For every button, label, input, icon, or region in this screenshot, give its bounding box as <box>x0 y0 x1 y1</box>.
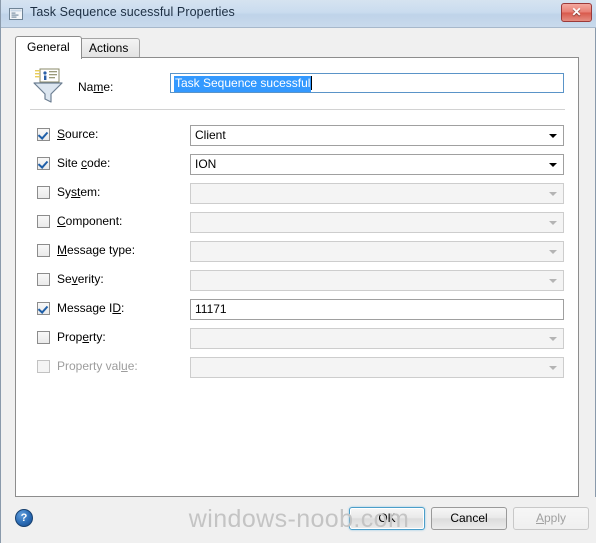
field-message-id-value: 11171 <box>195 302 227 316</box>
checkbox-message-type[interactable] <box>37 244 50 257</box>
apply-button: Apply <box>513 507 589 530</box>
checkbox-site-code[interactable] <box>37 157 50 170</box>
close-button[interactable]: ✕ <box>561 3 592 22</box>
field-message-id[interactable]: 11171 <box>190 299 564 320</box>
cancel-button[interactable]: Cancel <box>431 507 507 530</box>
field-severity[interactable] <box>190 270 564 291</box>
chevron-down-icon <box>549 279 557 283</box>
close-icon: ✕ <box>571 5 582 19</box>
row-property-value: Property value: <box>16 357 580 379</box>
chevron-down-icon <box>549 163 557 167</box>
field-source[interactable]: Client <box>190 125 564 146</box>
window-title: Task Sequence sucessful Properties <box>30 5 235 19</box>
row-component: Component: <box>16 212 580 234</box>
ok-button[interactable]: OK <box>349 507 425 530</box>
checkbox-component[interactable] <box>37 215 50 228</box>
row-source: Source: Client <box>16 125 580 147</box>
field-component[interactable] <box>190 212 564 233</box>
row-system: System: <box>16 183 580 205</box>
checkbox-source[interactable] <box>37 128 50 141</box>
tab-actions[interactable]: Actions <box>77 38 141 58</box>
tab-strip: General Actions <box>15 36 579 59</box>
checkbox-message-id[interactable] <box>37 302 50 315</box>
chevron-down-icon <box>549 337 557 341</box>
field-message-type[interactable] <box>190 241 564 262</box>
dialog-button-bar: ? OK Cancel Apply <box>1 497 596 543</box>
label-system: System: <box>57 185 101 199</box>
row-property: Property: <box>16 328 580 350</box>
text-caret <box>311 76 313 90</box>
filter-funnel-icon <box>33 68 63 103</box>
chevron-down-icon <box>549 221 557 225</box>
help-question-icon[interactable]: ? <box>15 509 33 527</box>
chevron-down-icon <box>549 366 557 370</box>
row-severity: Severity: <box>16 270 580 292</box>
help-glyph: ? <box>20 512 28 524</box>
label-component: Component: <box>57 214 123 228</box>
window-document-icon <box>9 8 23 20</box>
row-site-code: Site code: ION <box>16 154 580 176</box>
field-source-value: Client <box>195 128 226 142</box>
section-divider <box>30 109 565 110</box>
label-message-id: Message ID: <box>57 301 125 315</box>
checkbox-system[interactable] <box>37 186 50 199</box>
title-bar: Task Sequence sucessful Properties ✕ <box>1 0 596 28</box>
label-property-value: Property value: <box>57 359 138 373</box>
checkbox-property[interactable] <box>37 331 50 344</box>
row-message-id: Message ID: 11171 <box>16 299 580 321</box>
label-message-type: Message type: <box>57 243 136 257</box>
chevron-down-icon <box>549 134 557 138</box>
field-site-code[interactable]: ION <box>190 154 564 175</box>
general-tab-panel: Name: Task Sequence sucessful Source: Cl… <box>15 57 579 497</box>
label-site-code: Site code: <box>57 156 111 170</box>
chevron-down-icon <box>549 192 557 196</box>
properties-dialog: Task Sequence sucessful Properties ✕ Gen… <box>0 0 596 543</box>
row-message-type: Message type: <box>16 241 580 263</box>
field-site-code-value: ION <box>195 157 217 171</box>
name-input[interactable]: Task Sequence sucessful <box>170 73 564 93</box>
checkbox-severity[interactable] <box>37 273 50 286</box>
label-source: Source: <box>57 127 99 141</box>
field-system[interactable] <box>190 183 564 204</box>
label-property: Property: <box>57 330 106 344</box>
label-severity: Severity: <box>57 272 104 286</box>
field-property[interactable] <box>190 328 564 349</box>
checkbox-property-value <box>37 360 50 373</box>
field-property-value <box>190 357 564 378</box>
tab-general[interactable]: General <box>15 36 82 59</box>
chevron-down-icon <box>549 250 557 254</box>
name-input-value: Task Sequence sucessful <box>174 76 312 92</box>
name-label: Name: <box>78 80 114 94</box>
